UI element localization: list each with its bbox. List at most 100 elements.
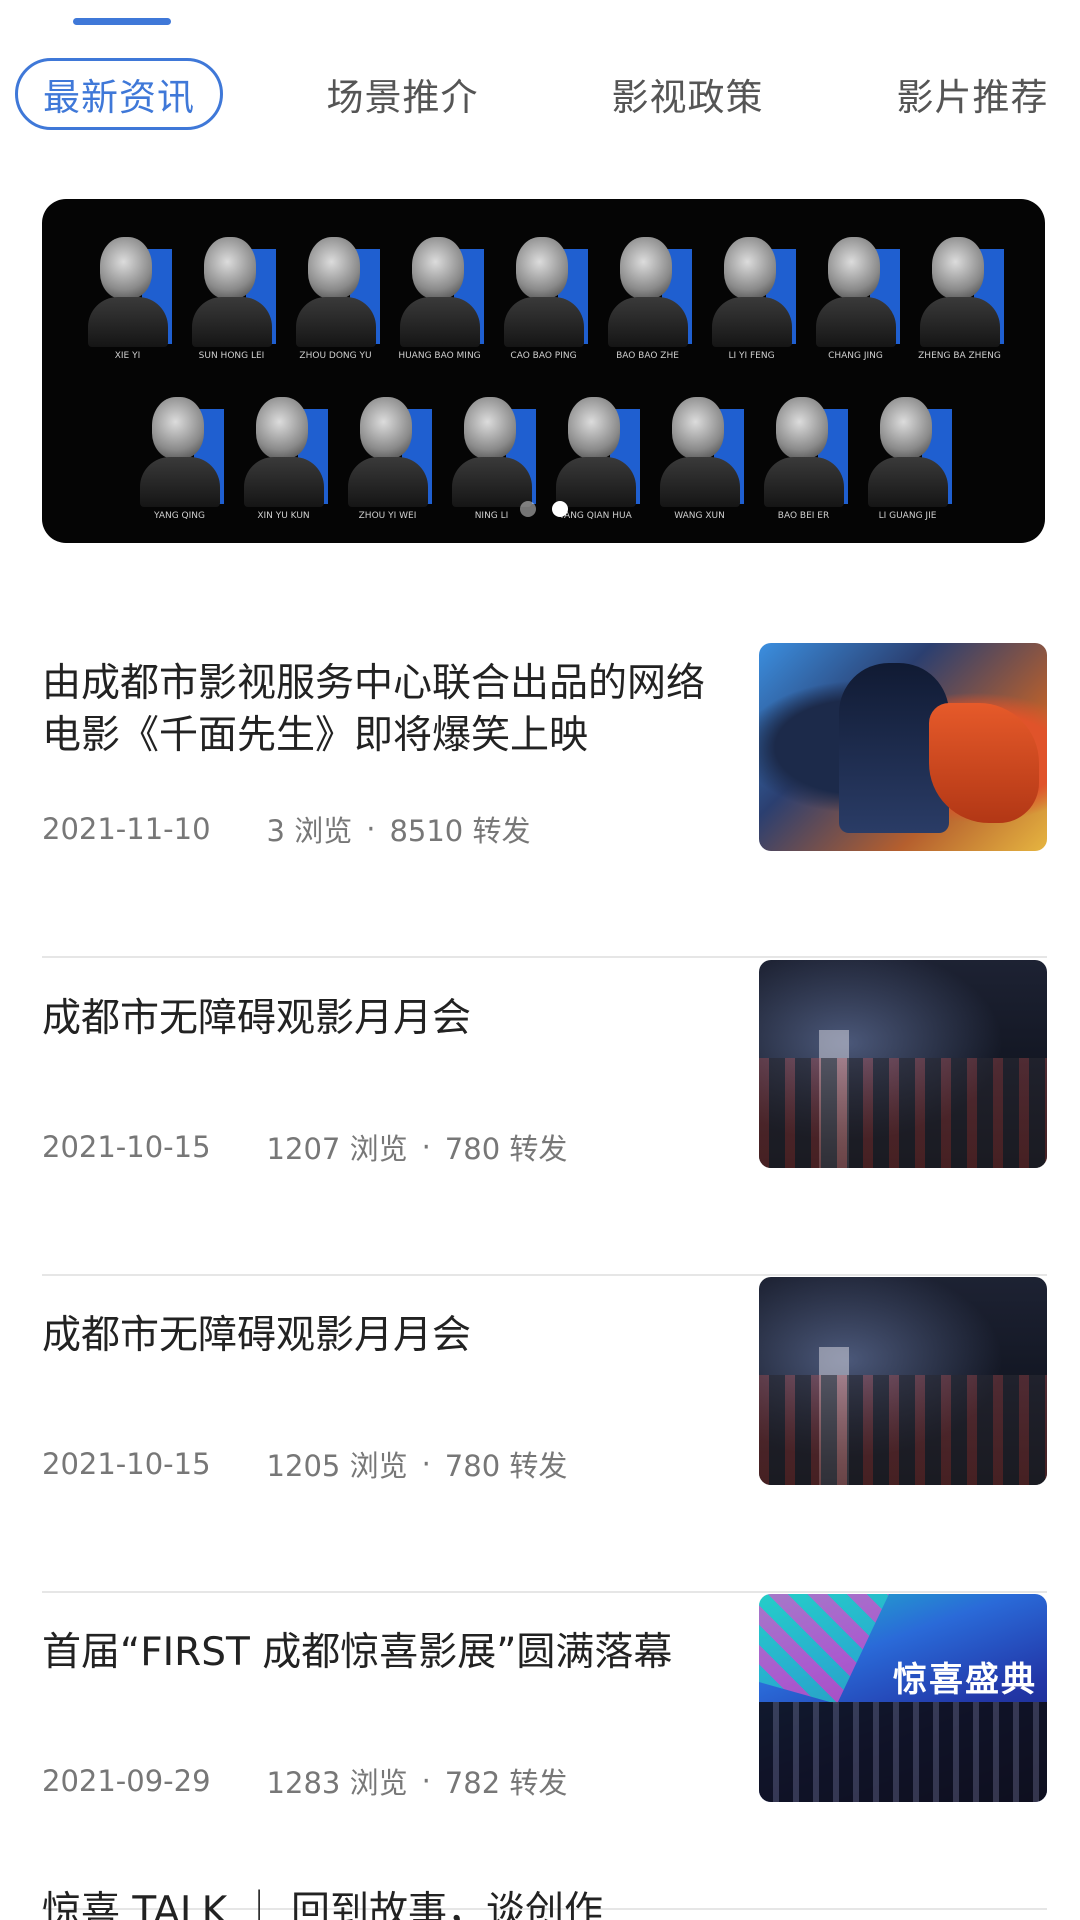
banner-portrait: ZHOU DONG YU <box>292 231 380 361</box>
news-list-item[interactable]: 成都市无障碍观影月月会 2021-10-15 1207 浏览 · 780 转发 <box>42 958 1047 1276</box>
portrait-name: CHANG JING <box>828 351 883 361</box>
banner-carousel[interactable]: XIE YI SUN HONG LEI ZHOU DONG YU HUANG BAO … <box>42 199 1045 543</box>
news-meta: 2021-10-15 1205 浏览 · 780 转发 <box>42 1443 567 1485</box>
portrait-name: HUANG BAO MING <box>398 351 481 361</box>
news-date: 2021-10-15 <box>42 1447 211 1481</box>
portrait-body <box>763 457 844 507</box>
news-list-item[interactable]: 由成都市影视服务中心联合出品的网络电影《千面先生》即将爆笑上映 2021-11-… <box>42 640 1047 958</box>
banner-portrait: LI YI FENG <box>708 231 796 361</box>
banner-portrait: CHANG JING <box>812 231 900 361</box>
festival-stage-text: 惊喜盛典 <box>893 1660 1037 1700</box>
news-title: 成都市无障碍观影月月会 <box>42 996 472 1041</box>
banner-portrait: ZHENG BA ZHENG <box>916 231 1004 361</box>
news-title-partial[interactable]: 惊喜 TALK ｜ 回到故事，谈创作 <box>42 1886 942 1920</box>
portrait-body <box>659 457 740 507</box>
portrait-row-top: XIE YI SUN HONG LEI ZHOU DONG YU HUANG BAO … <box>42 231 1045 361</box>
tab-film-policy[interactable]: 影视政策 <box>585 58 790 130</box>
meta-separator: · <box>421 1130 431 1164</box>
portrait-head <box>359 397 412 459</box>
tab-scene-promotion[interactable]: 场景推介 <box>300 58 505 130</box>
news-thumbnail-cinema <box>759 960 1047 1168</box>
news-title: 成都市无障碍观影月月会 <box>42 1313 472 1358</box>
portrait-head <box>515 237 568 299</box>
portrait-head <box>255 397 308 459</box>
portrait-head <box>151 397 204 459</box>
category-tabs: 最新资讯 场景推介 影视政策 影片推荐 <box>0 58 1080 130</box>
banner-portrait: HUANG BAO MING <box>396 231 484 361</box>
news-shares: 782 转发 <box>444 1766 568 1800</box>
banner-portrait: SUN HONG LEI <box>188 231 276 361</box>
news-thumbnail-movie-poster <box>759 643 1047 851</box>
portrait-head <box>671 397 724 459</box>
news-thumbnail-first-festival: 惊喜盛典 <box>759 1594 1047 1802</box>
festival-mosaic <box>759 1594 889 1704</box>
news-title: 由成都市影视服务中心联合出品的网络电影《千面先生》即将爆笑上映 <box>42 661 706 758</box>
portrait-head <box>307 237 360 299</box>
carousel-dots <box>42 501 1045 521</box>
portrait-body <box>607 297 688 347</box>
news-list-item[interactable]: 首届“FIRST 成都惊喜影展”圆满落幕 2021-09-29 1283 浏览 … <box>42 1592 1047 1910</box>
news-shares: 780 转发 <box>444 1132 568 1166</box>
portrait-body <box>451 457 532 507</box>
news-thumbnail-cinema <box>759 1277 1047 1485</box>
news-date: 2021-09-29 <box>42 1764 211 1798</box>
meta-separator: · <box>421 1447 431 1481</box>
portrait-head <box>723 237 776 299</box>
news-shares: 780 转发 <box>444 1449 568 1483</box>
portrait-name: LI YI FENG <box>728 351 775 361</box>
portrait-head <box>567 397 620 459</box>
portrait-body <box>295 297 376 347</box>
news-views: 1283 浏览 <box>266 1766 408 1800</box>
portrait-head <box>879 397 932 459</box>
portrait-body <box>347 457 428 507</box>
portrait-head <box>463 397 516 459</box>
news-meta: 2021-09-29 1283 浏览 · 782 转发 <box>42 1760 567 1802</box>
portrait-name: XIE YI <box>114 351 141 361</box>
portrait-body <box>503 297 584 347</box>
poster-cape <box>929 703 1039 823</box>
news-date: 2021-11-10 <box>42 812 211 846</box>
tab-latest-news[interactable]: 最新资讯 <box>15 58 223 130</box>
portrait-name: BAO BAO ZHE <box>616 351 679 361</box>
portrait-body <box>555 457 636 507</box>
banner-portrait: XIE YI <box>84 231 172 361</box>
portrait-head <box>203 237 256 299</box>
portrait-name: ZHOU DONG YU <box>299 351 372 361</box>
portrait-body <box>919 297 1000 347</box>
news-list-item[interactable]: 成都市无障碍观影月月会 2021-10-15 1205 浏览 · 780 转发 <box>42 1275 1047 1593</box>
page: 最新资讯 场景推介 影视政策 影片推荐 XIE YI SUN HONG LEI ZH… <box>0 0 1080 1920</box>
news-meta: 2021-11-10 3 浏览 · 8510 转发 <box>42 808 530 850</box>
portrait-name: CAO BAO PING <box>510 351 577 361</box>
news-views: 3 浏览 <box>266 814 353 848</box>
news-title: 首届“FIRST 成都惊喜影展”圆满落幕 <box>42 1630 673 1675</box>
portrait-body <box>867 457 948 507</box>
portrait-body <box>399 297 480 347</box>
meta-separator: · <box>421 1764 431 1798</box>
portrait-body <box>711 297 792 347</box>
portrait-head <box>775 397 828 459</box>
carousel-dot[interactable] <box>551 501 568 517</box>
news-meta: 2021-10-15 1207 浏览 · 780 转发 <box>42 1126 567 1168</box>
portrait-name: SUN HONG LEI <box>198 351 265 361</box>
banner-portrait: BAO BAO ZHE <box>604 231 692 361</box>
portrait-head <box>99 237 152 299</box>
banner-portrait: CAO BAO PING <box>500 231 588 361</box>
portrait-body <box>87 297 168 347</box>
portrait-head <box>619 237 672 299</box>
tab-film-recommendation[interactable]: 影片推荐 <box>870 58 1075 130</box>
meta-separator: · <box>366 812 376 846</box>
portrait-head <box>931 237 984 299</box>
top-scroll-indicator <box>73 18 171 25</box>
cinema-seats <box>759 1058 1047 1168</box>
news-shares: 8510 转发 <box>389 814 531 848</box>
portrait-head <box>411 237 464 299</box>
news-views: 1205 浏览 <box>266 1449 408 1483</box>
portrait-body <box>191 297 272 347</box>
portrait-name: ZHENG BA ZHENG <box>918 351 1001 361</box>
festival-crowd <box>759 1702 1047 1802</box>
carousel-dot[interactable] <box>519 501 536 517</box>
news-date: 2021-10-15 <box>42 1130 211 1164</box>
news-views: 1207 浏览 <box>266 1132 408 1166</box>
portrait-body <box>243 457 324 507</box>
portrait-head <box>827 237 880 299</box>
